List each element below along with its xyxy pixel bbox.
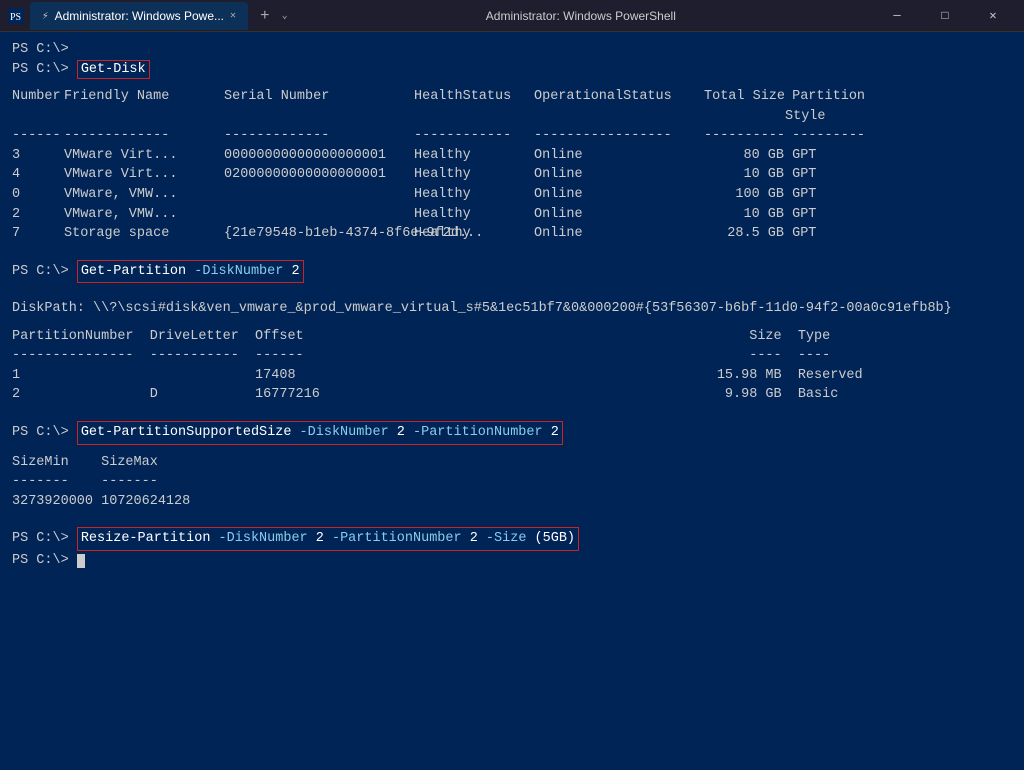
- svg-text:PS: PS: [10, 12, 21, 23]
- size-sep: ------- -------: [12, 472, 1012, 492]
- spacer9: [12, 445, 1012, 453]
- titlebar: PS ⚡ Administrator: Windows Powe... ✕ + …: [0, 0, 1024, 32]
- get-partsize-command: Get-PartitionSupportedSize -DiskNumber 2…: [77, 421, 563, 445]
- close-button[interactable]: ✕: [970, 2, 1016, 30]
- size-header: SizeMin SizeMax: [12, 453, 1012, 473]
- size-row: 3273920000 10720624128: [12, 492, 1012, 512]
- resize-partition-command: Resize-Partition -DiskNumber 2 -Partitio…: [77, 527, 579, 551]
- terminal-content: PS C:\> PS C:\> Get-Disk NumberFriendly …: [0, 32, 1024, 770]
- disk-row-3: 3VMware Virt... 00000000000000000001 Hea…: [12, 146, 1012, 166]
- spacer7: [12, 405, 1012, 413]
- spacer5: [12, 291, 1012, 299]
- spacer11: [12, 519, 1012, 527]
- diskpath-line: DiskPath: \\?\scsi#disk&ven_vmware_&prod…: [12, 299, 1012, 319]
- disk-table-header2: Style: [12, 107, 1012, 127]
- get-partition-command: Get-Partition -DiskNumber 2: [77, 260, 304, 284]
- spacer: [12, 79, 1012, 87]
- tab-close-icon[interactable]: ✕: [230, 10, 236, 22]
- part-sep: --------------- ----------- ------ ---- …: [12, 346, 1012, 366]
- line-1: PS C:\>: [12, 40, 1012, 60]
- spacer3: [12, 252, 1012, 260]
- spacer8: [12, 413, 1012, 421]
- spacer6: [12, 319, 1012, 327]
- tab-dropdown[interactable]: ⌄: [282, 10, 288, 22]
- tab-icon: ⚡: [42, 9, 49, 23]
- disk-table-sep: ----------------------------------------…: [12, 126, 1012, 146]
- tab-label: Administrator: Windows Powe...: [55, 9, 224, 23]
- line-get-partition: PS C:\> Get-Partition -DiskNumber 2: [12, 260, 1012, 284]
- window-controls: ─ □ ✕: [874, 2, 1016, 30]
- line-final-prompt: PS C:\>: [12, 551, 1012, 571]
- disk-row-7: 7Storage space {21e79548-b1eb-4374-8f6e-…: [12, 224, 1012, 244]
- prompt3: PS C:\>: [12, 425, 77, 440]
- prompt: PS C:\>: [12, 62, 77, 77]
- line-resize-partition: PS C:\> Resize-Partition -DiskNumber 2 -…: [12, 527, 1012, 551]
- disk-row-4: 4VMware Virt... 02000000000000000001 Hea…: [12, 165, 1012, 185]
- spacer10: [12, 511, 1012, 519]
- terminal-tab[interactable]: ⚡ Administrator: Windows Powe... ✕: [30, 2, 248, 30]
- disk-table-header: NumberFriendly NameSerial NumberHealthSt…: [12, 87, 1012, 107]
- part-header: PartitionNumber DriveLetter Offset Size …: [12, 327, 1012, 347]
- new-tab-button[interactable]: +: [254, 7, 276, 25]
- ps-icon: PS: [8, 8, 24, 24]
- prompt5: PS C:\>: [12, 553, 77, 568]
- maximize-button[interactable]: □: [922, 2, 968, 30]
- prompt4: PS C:\>: [12, 531, 77, 546]
- get-disk-command: Get-Disk: [77, 60, 150, 79]
- line-get-disk: PS C:\> Get-Disk: [12, 60, 1012, 80]
- part-row-1: 1 17408 15.98 MB Reserved: [12, 366, 1012, 386]
- minimize-button[interactable]: ─: [874, 2, 920, 30]
- line-get-partsize: PS C:\> Get-PartitionSupportedSize -Disk…: [12, 421, 1012, 445]
- part-row-2: 2 D 16777216 9.98 GB Basic: [12, 385, 1012, 405]
- spacer2: [12, 244, 1012, 252]
- spacer4: [12, 283, 1012, 291]
- window-title: Administrator: Windows PowerShell: [294, 9, 868, 23]
- disk-row-0: 0VMware, VMW... HealthyOnline100 GB GPT: [12, 185, 1012, 205]
- disk-row-2: 2VMware, VMW... HealthyOnline10 GB GPT: [12, 205, 1012, 225]
- prompt2: PS C:\>: [12, 264, 77, 279]
- cursor: [77, 554, 85, 568]
- prompt: PS C:\>: [12, 42, 69, 57]
